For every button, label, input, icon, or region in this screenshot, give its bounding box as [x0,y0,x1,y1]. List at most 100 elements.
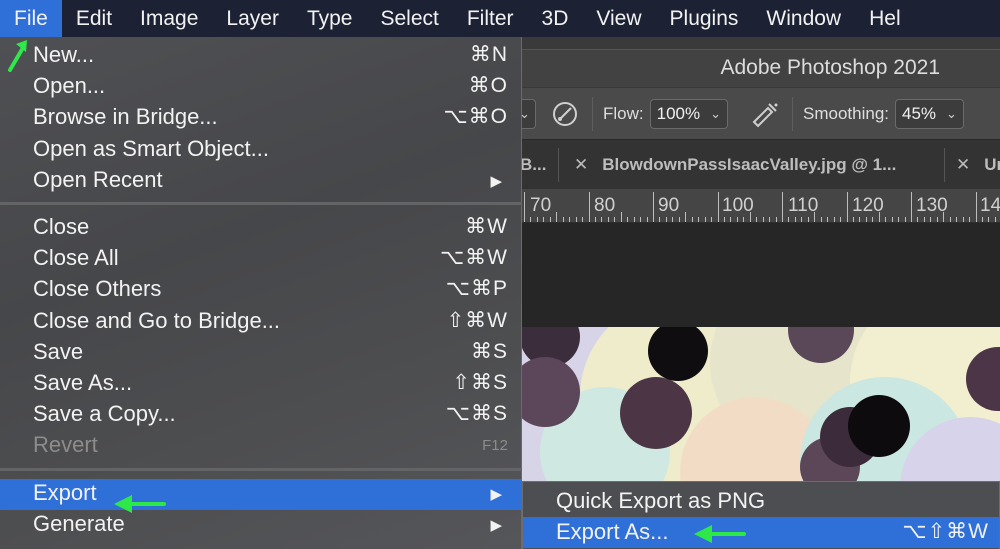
menu-item-label: Close [33,214,90,239]
ruler-label: 80 [594,195,616,216]
menu-item-label: Open... [33,73,106,99]
menubar-filter[interactable]: Filter [453,0,528,37]
ruler-tick [936,217,938,222]
ruler-tick [943,212,945,222]
menu-item-close-and-go-to-bridge[interactable]: Close and Go to Bridge... ⇧⌘W [0,307,522,338]
ruler-tick [846,192,848,222]
menu-item-close[interactable]: Close ⌘W [0,213,522,244]
menu-separator [0,202,522,205]
menubar-type[interactable]: Type [293,0,367,37]
pasteboard [520,223,1000,327]
opacity-dropdown[interactable]: ⌄ [520,98,536,129]
tab-title[interactable]: Ur [984,155,1000,175]
tab-document-1[interactable]: B... [520,140,546,190]
menu-item-label: Open Recent [33,166,163,192]
ruler-tick [756,217,758,222]
close-icon[interactable]: ✕ [956,155,970,175]
ruler-tick [691,217,693,222]
menubar-plugins[interactable]: Plugins [656,0,753,37]
file-menu: New... ⌘N Open... ⌘O Browse in Bridge... ⌥⌘O O… [0,37,522,549]
ruler-tick [898,217,900,222]
menu-item-save-a-copy[interactable]: Save a Copy... ⌥⌘S [0,400,522,431]
ruler-tick [801,217,803,222]
ruler-label: 70 [530,195,552,216]
menu-item-label: Close All [33,245,119,271]
menu-item-label: Close Others [33,276,162,302]
menubar-3d[interactable]: 3D [528,0,583,37]
ruler-tick [588,192,590,222]
smoothing-value[interactable]: 45% [902,104,936,124]
ruler-tick [782,192,783,222]
menu-item-open-recent[interactable]: Open Recent ▶ [0,166,522,197]
menubar-file[interactable]: File [0,0,62,37]
menu-item-label: Export As... [556,519,669,544]
canvas-shape [620,377,692,449]
menu-item-export[interactable]: Export ▶ [0,478,522,510]
ruler-tick [872,217,874,222]
ruler-tick [975,192,977,222]
menu-bar: File Edit Image Layer Type Select Filter… [0,0,1000,37]
annotation-arrow-icon [8,40,27,72]
menu-item-shortcut: ⌘S [470,339,508,363]
menu-item-label: Revert [33,432,98,458]
menu-item-label: Save [33,338,84,364]
close-icon[interactable]: ✕ [574,155,588,175]
menu-item-open-as-smart-object[interactable]: Open as Smart Object... [0,135,522,166]
submenu-arrow-icon: ▶ [490,516,502,534]
menubar-edit[interactable]: Edit [62,0,126,37]
chevron-down-icon[interactable]: ⌄ [710,106,721,122]
ruler-tick [601,217,603,222]
menubar-help[interactable]: Hel [855,0,915,37]
flow-value[interactable]: 100% [657,104,700,124]
menu-item-browse-in-bridge[interactable]: Browse in Bridge... ⌥⌘O [0,103,522,134]
flow-field[interactable]: 100% ⌄ [649,98,729,129]
menu-item-new[interactable]: New... ⌘N [0,41,522,72]
menu-item-export-as[interactable]: Export As... ⌥⇧⌘W [523,517,999,548]
ruler-tick [962,217,964,222]
chevron-down-icon[interactable]: ⌄ [946,106,957,122]
menu-item-close-all[interactable]: Close All ⌥⌘W [0,244,522,275]
tab-document-3[interactable]: ✕ Ur [956,140,1000,190]
ruler-tick [614,217,616,222]
tab-title[interactable]: BlowdownPassIsaacValley.jpg @ 1... [602,155,896,175]
ruler-label: 90 [658,195,680,216]
menu-item-open[interactable]: Open... ⌘O [0,72,522,103]
ruler-tick [775,217,777,222]
menu-item-label: Close and Go to Bridge... [33,307,281,333]
ruler-tick [859,217,861,222]
menu-item-close-others[interactable]: Close Others ⌥⌘P [0,275,522,306]
pressure-opacity-icon[interactable] [550,99,580,129]
menu-item-save-as[interactable]: Save As... ⇧⌘S [0,369,522,400]
ruler-tick [530,217,532,222]
ruler-tick [994,217,996,222]
options-bar: ⌄ Flow: 100% ⌄ Smoothing: 45% ⌄ [520,87,1000,139]
ruler-tick [917,217,919,222]
tab-document-2[interactable]: ✕ BlowdownPassIsaacValley.jpg @ 1... [574,140,896,190]
menubar-window[interactable]: Window [752,0,855,37]
ruler-tick [646,217,648,222]
menu-item-save[interactable]: Save ⌘S [0,338,522,369]
tab-title[interactable]: B... [520,155,546,175]
airbrush-icon[interactable] [750,99,780,129]
smoothing-field[interactable]: 45% ⌄ [895,98,964,129]
menubar-layer[interactable]: Layer [212,0,293,37]
options-separator [592,96,593,131]
menubar-select[interactable]: Select [366,0,452,37]
menubar-view[interactable]: View [582,0,655,37]
menu-item-label: Save a Copy... [33,401,176,427]
ruler-tick [543,217,545,222]
menu-item-shortcut: ⌥⌘S [445,402,508,426]
menu-item-generate[interactable]: Generate ▶ [0,510,522,541]
ruler-tick [607,217,609,222]
menu-item-quick-export-png[interactable]: Quick Export as PNG [523,486,999,517]
ruler-tick [788,217,790,222]
menubar-image[interactable]: Image [126,0,212,37]
ruler-tick [911,192,912,222]
ruler-tick [717,192,719,222]
ruler-tick [885,217,887,222]
ruler-tick [665,217,667,222]
menu-item-shortcut: ⌥⇧⌘W [902,520,989,543]
ruler-tick [769,217,771,222]
menu-item-label: Quick Export as PNG [556,488,766,513]
ruler-tick [569,217,571,222]
